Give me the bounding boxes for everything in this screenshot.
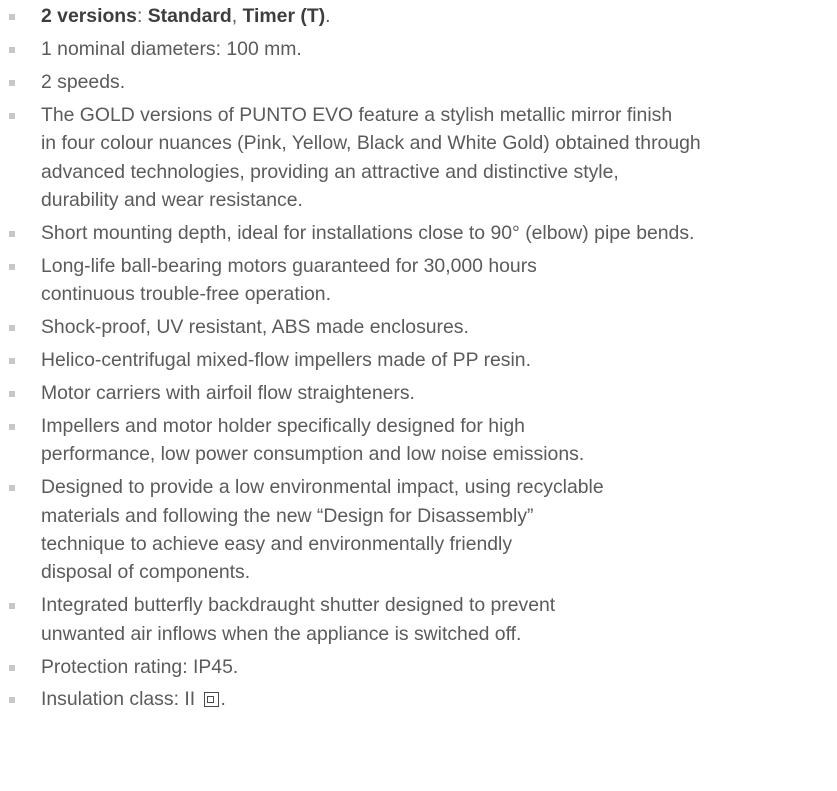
list-item-enclosures: Shock-proof, UV resistant, ABS made encl…	[0, 313, 837, 341]
list-item-motors: Long-life ball-bearing motors guaranteed…	[0, 252, 837, 309]
impellers-text: Helico-centrifugal mixed-flow impellers …	[41, 348, 531, 371]
list-item-mounting: Short mounting depth, ideal for installa…	[0, 219, 837, 247]
list-item-impellers: Helico-centrifugal mixed-flow impellers …	[0, 346, 837, 374]
bullet-square-icon	[9, 230, 15, 237]
gold-line: durability and wear resistance.	[41, 188, 303, 211]
list-item-performance: Impellers and motor holder specifically …	[0, 412, 837, 469]
insulation-period: .	[220, 688, 226, 711]
bullet-square-icon	[9, 664, 15, 671]
versions-count: 2 versions	[41, 5, 137, 27]
carriers-text: Motor carriers with airfoil flow straigh…	[41, 381, 415, 404]
list-item-versions: 2 versions: Standard, Timer (T).	[0, 2, 837, 30]
bullet-square-icon	[9, 14, 15, 20]
versions-period: .	[325, 5, 331, 27]
enclosures-text: Shock-proof, UV resistant, ABS made encl…	[41, 316, 469, 339]
gold-line: The GOLD versions of PUNTO EVO feature a…	[41, 103, 673, 126]
list-item-speeds: 2 speeds.	[0, 68, 837, 96]
protection-text: Protection rating: IP45.	[41, 655, 239, 678]
list-item-gold: The GOLD versions of PUNTO EVO feature a…	[0, 101, 837, 215]
list-item-environment: Designed to provide a low environmental …	[0, 473, 837, 587]
performance-line: Impellers and motor holder specifically …	[41, 414, 525, 437]
bullet-square-icon	[9, 325, 15, 332]
list-item-shutter: Integrated butterfly backdraught shutter…	[0, 591, 837, 648]
performance-line: performance, low power consumption and l…	[41, 443, 585, 466]
insulation-text: Insulation class: II	[41, 688, 196, 711]
double-insulation-inner-square	[207, 695, 215, 703]
bullet-square-icon	[9, 79, 15, 86]
environment-line: Designed to provide a low environmental …	[41, 476, 604, 499]
feature-list: 2 versions: Standard, Timer (T). 1 nomin…	[0, 2, 837, 718]
bullet-square-icon	[9, 390, 15, 397]
list-item-protection: Protection rating: IP45.	[0, 653, 837, 681]
speeds-text: 2 speeds.	[41, 70, 126, 93]
shutter-line: unwanted air inflows when the appliance …	[41, 622, 522, 645]
version-standard: Standard	[147, 5, 232, 27]
gold-line: advanced technologies, providing an attr…	[41, 160, 619, 183]
diameters-text: 1 nominal diameters: 100 mm.	[41, 37, 302, 60]
shutter-line: Integrated butterfly backdraught shutter…	[41, 594, 556, 617]
motors-line: continuous trouble-free operation.	[41, 283, 331, 306]
list-item-insulation: Insulation class: II .	[0, 685, 837, 713]
versions-comma: ,	[231, 5, 243, 27]
motors-line: Long-life ball-bearing motors guaranteed…	[41, 254, 537, 277]
versions-separator: :	[136, 5, 148, 27]
bullet-square-icon	[9, 46, 15, 53]
list-item-diameters: 1 nominal diameters: 100 mm.	[0, 35, 837, 63]
bullet-square-icon	[9, 603, 15, 610]
insulation-line: Insulation class: II .	[41, 685, 837, 713]
bullet-square-icon	[9, 423, 15, 430]
environment-line: disposal of components.	[41, 561, 251, 584]
bullet-square-icon	[9, 263, 15, 270]
gold-line: in four colour nuances (Pink, Yellow, Bl…	[41, 132, 701, 155]
bullet-square-icon	[9, 357, 15, 364]
double-insulation-icon	[203, 692, 219, 708]
environment-line: materials and following the new “Design …	[41, 504, 534, 527]
bullet-square-icon	[9, 697, 15, 704]
environment-line: technique to achieve easy and environmen…	[41, 532, 513, 555]
bullet-square-icon	[9, 485, 15, 492]
versions-line: 2 versions: Standard, Timer (T).	[41, 2, 837, 30]
mounting-text: Short mounting depth, ideal for installa…	[41, 221, 695, 244]
version-timer: Timer (T)	[242, 5, 326, 27]
bullet-square-icon	[9, 112, 15, 119]
list-item-carriers: Motor carriers with airfoil flow straigh…	[0, 379, 837, 407]
